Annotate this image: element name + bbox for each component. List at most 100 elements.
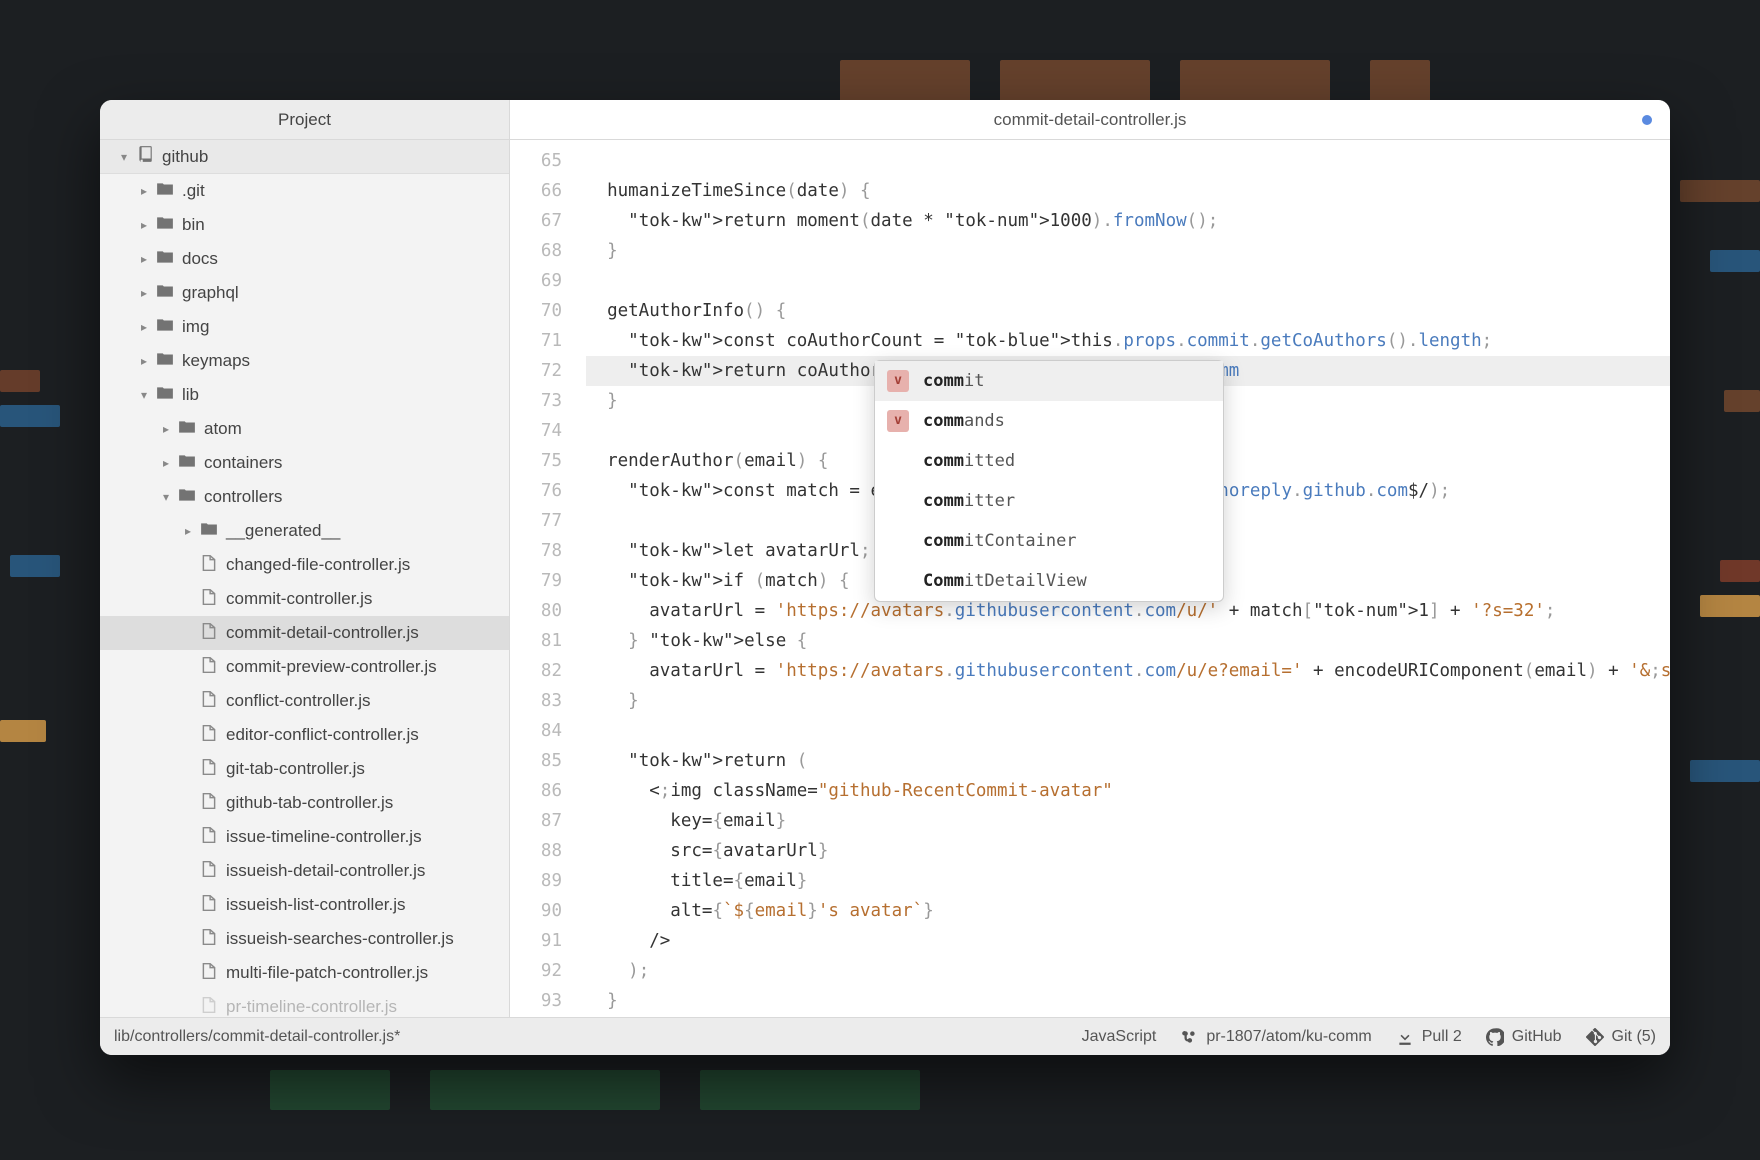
tree-item-label: conflict-controller.js	[226, 691, 371, 711]
code-line[interactable]: }	[586, 236, 1670, 266]
code-line[interactable]: avatarUrl = 'https://avatars.githubuserc…	[586, 656, 1670, 686]
autocomplete-kind-icon	[887, 530, 909, 552]
folder-icon	[154, 180, 176, 203]
tree-root[interactable]: ▾ github	[100, 140, 509, 174]
tree-folder[interactable]: ▸__generated__	[100, 514, 509, 548]
code-line[interactable]: "tok-kw">return (	[586, 746, 1670, 776]
autocomplete-label: committer	[923, 486, 1015, 516]
code-line[interactable]: }	[586, 686, 1670, 716]
status-git[interactable]: Git (5)	[1586, 1028, 1656, 1046]
tree-folder[interactable]: ▸keymaps	[100, 344, 509, 378]
code-line[interactable]: } "tok-kw">else {	[586, 626, 1670, 656]
autocomplete-item[interactable]: vcommit	[875, 361, 1223, 401]
code-line[interactable]: getAuthorInfo() {	[586, 296, 1670, 326]
editor-tab-title[interactable]: commit-detail-controller.js	[510, 100, 1670, 139]
code-line[interactable]: key={email}	[586, 806, 1670, 836]
folder-icon	[176, 418, 198, 441]
github-icon	[1486, 1028, 1504, 1046]
tree-item-label: bin	[182, 215, 205, 235]
tree-item-label: editor-conflict-controller.js	[226, 725, 419, 745]
autocomplete-item[interactable]: committed	[875, 441, 1223, 481]
tree-folder[interactable]: ▸bin	[100, 208, 509, 242]
code-line[interactable]	[586, 146, 1670, 176]
file-icon	[198, 962, 220, 985]
code-line[interactable]: <;img className="github-RecentCommit-ava…	[586, 776, 1670, 806]
tree-item-label: commit-controller.js	[226, 589, 372, 609]
tree-folder[interactable]: ▸graphql	[100, 276, 509, 310]
tree-file[interactable]: multi-file-patch-controller.js	[100, 956, 509, 990]
status-github[interactable]: GitHub	[1486, 1028, 1562, 1046]
tree-folder[interactable]: ▸img	[100, 310, 509, 344]
file-icon	[198, 894, 220, 917]
github-label: GitHub	[1512, 1028, 1562, 1046]
tree-file[interactable]: commit-controller.js	[100, 582, 509, 616]
file-icon	[198, 724, 220, 747]
autocomplete-item[interactable]: commitContainer	[875, 521, 1223, 561]
tree-item-label: img	[182, 317, 209, 337]
status-pull[interactable]: Pull 2	[1396, 1028, 1462, 1046]
code-line[interactable]: }	[586, 986, 1670, 1016]
tree-file[interactable]: git-tab-controller.js	[100, 752, 509, 786]
editor-window: Project commit-detail-controller.js ▾ gi…	[100, 100, 1670, 1055]
chevron-right-icon: ▸	[156, 456, 176, 470]
chevron-right-icon: ▸	[134, 286, 154, 300]
file-icon	[198, 860, 220, 883]
file-icon	[198, 588, 220, 611]
tree-folder[interactable]: ▾lib	[100, 378, 509, 412]
tree-folder[interactable]: ▸containers	[100, 446, 509, 480]
code-line[interactable]: title={email}	[586, 866, 1670, 896]
tree-file[interactable]: commit-preview-controller.js	[100, 650, 509, 684]
tree-file[interactable]: conflict-controller.js	[100, 684, 509, 718]
tree-item-label: issueish-searches-controller.js	[226, 929, 454, 949]
tree-folder[interactable]: ▸.git	[100, 174, 509, 208]
tree-file[interactable]: pr-timeline-controller.js	[100, 990, 509, 1017]
tree-root-label: github	[162, 147, 208, 167]
code-line[interactable]: humanizeTimeSince(date) {	[586, 176, 1670, 206]
chevron-right-icon: ▸	[156, 422, 176, 436]
code-line[interactable]: "tok-kw">const coAuthorCount = "tok-blue…	[586, 326, 1670, 356]
git-label: Git (5)	[1612, 1028, 1656, 1046]
pull-label: Pull 2	[1422, 1028, 1462, 1046]
tree-file[interactable]: issue-timeline-controller.js	[100, 820, 509, 854]
tree-folder[interactable]: ▸ atom	[100, 412, 509, 446]
code-line[interactable]: );	[586, 956, 1670, 986]
tree-item-label: commit-detail-controller.js	[226, 623, 419, 643]
tree-item-label: issue-timeline-controller.js	[226, 827, 422, 847]
tree-file[interactable]: github-tab-controller.js	[100, 786, 509, 820]
autocomplete-item[interactable]: committer	[875, 481, 1223, 521]
status-language[interactable]: JavaScript	[1082, 1028, 1157, 1046]
tree-folder[interactable]: ▸docs	[100, 242, 509, 276]
code-line[interactable]: "tok-kw">return moment(date * "tok-num">…	[586, 206, 1670, 236]
autocomplete-popup[interactable]: vcommitvcommandscommittedcommittercommit…	[874, 360, 1224, 602]
tree-file[interactable]: issueish-detail-controller.js	[100, 854, 509, 888]
folder-icon	[154, 316, 176, 339]
tree-item-label: atom	[204, 419, 242, 439]
tree-file[interactable]: commit-detail-controller.js	[100, 616, 509, 650]
tree-file[interactable]: editor-conflict-controller.js	[100, 718, 509, 752]
folder-icon	[154, 248, 176, 271]
tree-file[interactable]: changed-file-controller.js	[100, 548, 509, 582]
tree-file[interactable]: issueish-list-controller.js	[100, 888, 509, 922]
code-line[interactable]: src={avatarUrl}	[586, 836, 1670, 866]
autocomplete-label: commands	[923, 406, 1005, 436]
tree-item-label: multi-file-patch-controller.js	[226, 963, 428, 983]
code-line[interactable]	[586, 266, 1670, 296]
branch-label: pr-1807/atom/ku-comm	[1206, 1028, 1371, 1046]
status-branch[interactable]: pr-1807/atom/ku-comm	[1180, 1028, 1371, 1046]
autocomplete-label: CommitDetailView	[923, 566, 1087, 596]
project-tree[interactable]: ▾ github ▸.git▸bin▸docs▸graphql▸img▸keym…	[100, 140, 510, 1017]
chevron-down-icon: ▾	[156, 490, 176, 504]
file-icon	[198, 996, 220, 1018]
autocomplete-kind-icon	[887, 490, 909, 512]
code-line[interactable]: />	[586, 926, 1670, 956]
tree-folder[interactable]: ▾controllers	[100, 480, 509, 514]
tree-file[interactable]: issueish-searches-controller.js	[100, 922, 509, 956]
autocomplete-item[interactable]: CommitDetailView	[875, 561, 1223, 601]
git-icon	[1586, 1028, 1604, 1046]
code-line[interactable]	[586, 716, 1670, 746]
autocomplete-item[interactable]: vcommands	[875, 401, 1223, 441]
code-editor[interactable]: 6566676869707172737475767778798081828384…	[510, 140, 1670, 1017]
code-line[interactable]: alt={`${email}'s avatar`}	[586, 896, 1670, 926]
chevron-right-icon: ▸	[134, 184, 154, 198]
autocomplete-kind-icon: v	[887, 370, 909, 392]
